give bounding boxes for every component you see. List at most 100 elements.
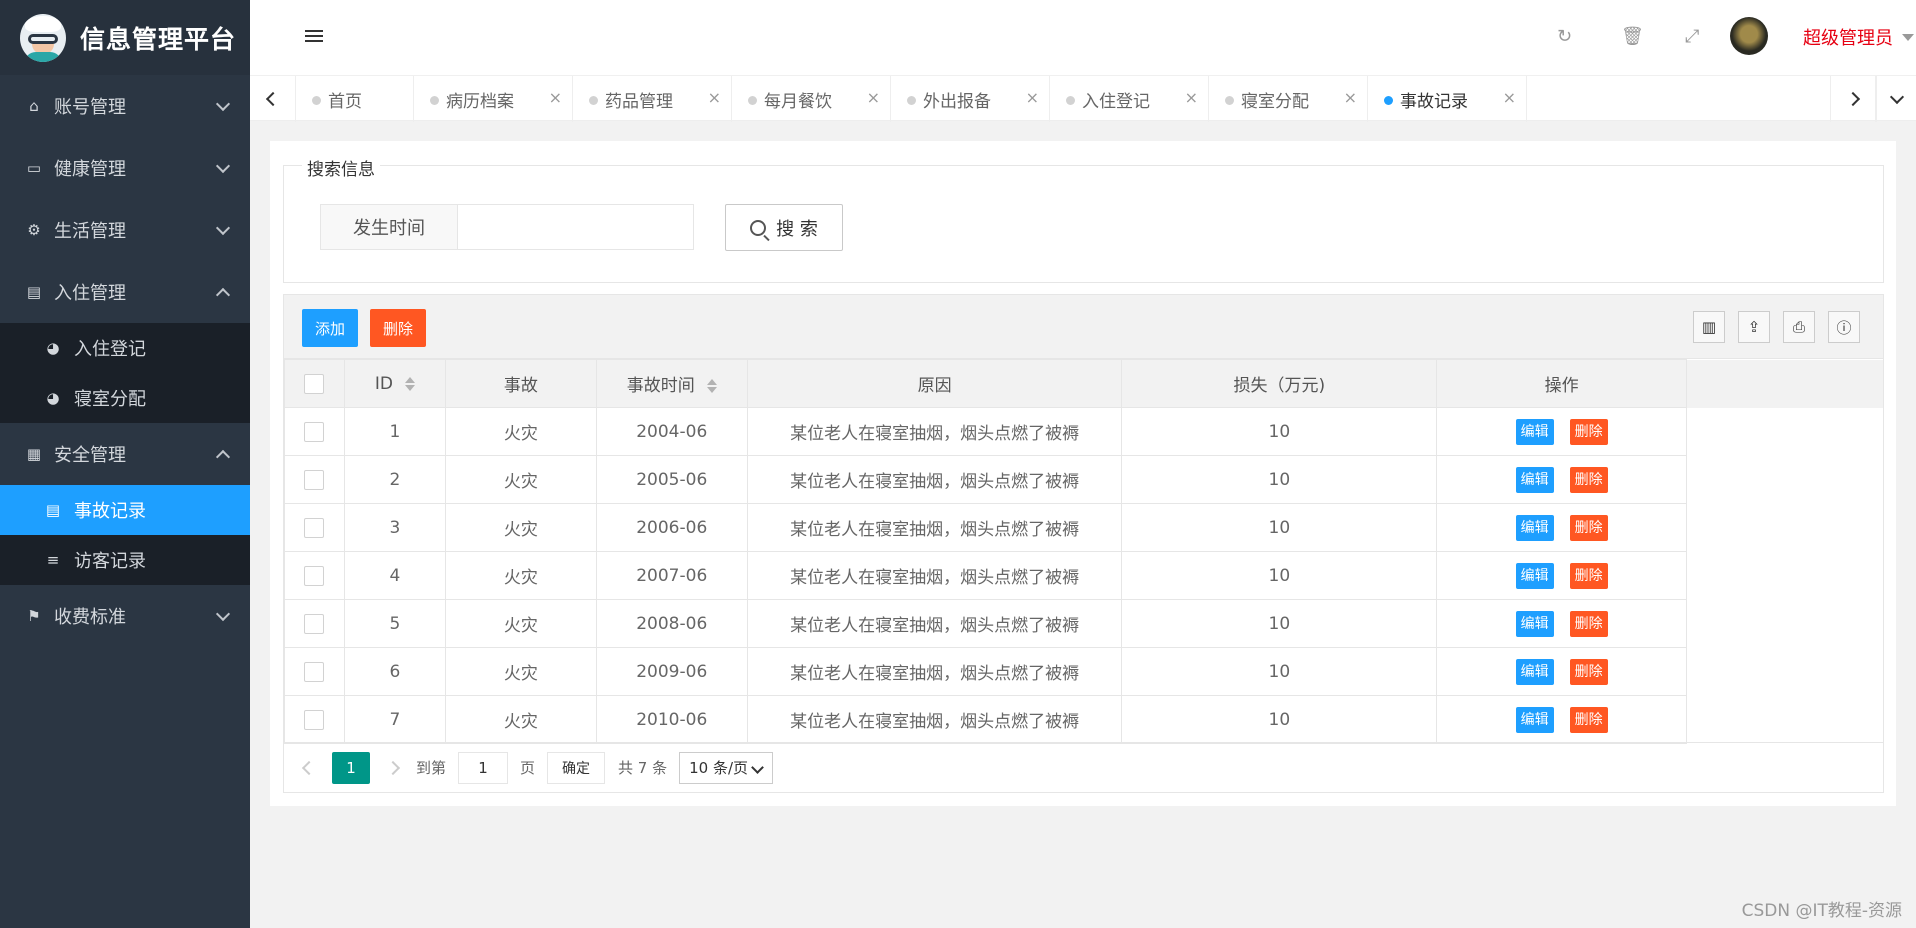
row-select-cell[interactable] — [284, 647, 345, 696]
prev-page-icon[interactable] — [301, 760, 317, 775]
sidebar-subitem-room-assign[interactable]: ◕ 寝室分配 — [0, 373, 250, 423]
close-icon[interactable]: × — [1185, 88, 1198, 107]
checkbox[interactable] — [304, 469, 325, 490]
cell-type: 火灾 — [444, 455, 597, 504]
row-delete-button[interactable]: 删除 — [1569, 706, 1608, 733]
edit-button[interactable]: 编辑 — [1515, 658, 1554, 685]
print-icon[interactable]: ⎙ — [1783, 311, 1815, 343]
app-title: 信息管理平台 — [80, 24, 237, 54]
calendar-icon: ▦ — [26, 445, 42, 463]
close-icon[interactable]: × — [1026, 88, 1039, 107]
current-page[interactable]: 1 — [332, 751, 370, 784]
add-button[interactable]: 添加 — [302, 309, 358, 347]
time-input[interactable] — [457, 204, 694, 250]
page-size-select[interactable]: 10 条/页 — [679, 751, 774, 784]
edit-button[interactable]: 编辑 — [1515, 562, 1554, 589]
next-page-icon[interactable] — [385, 760, 401, 775]
columns-icon[interactable]: ▥ — [1693, 311, 1725, 343]
fullscreen-icon[interactable]: ⤢ — [1685, 26, 1699, 47]
sidebar-item-health[interactable]: ▭ 健康管理 — [0, 137, 250, 199]
goto-label: 到第 — [416, 759, 447, 777]
close-icon[interactable]: × — [708, 88, 721, 107]
select-all-cell[interactable] — [284, 359, 345, 408]
col-id[interactable]: ID — [343, 359, 446, 408]
row-delete-button[interactable]: 删除 — [1569, 610, 1608, 637]
tab-room[interactable]: 寝室分配 × — [1209, 76, 1368, 122]
row-select-cell[interactable] — [284, 407, 345, 456]
refresh-icon[interactable]: ↻ — [1557, 26, 1572, 47]
tab-accident[interactable]: 事故记录 × — [1368, 76, 1527, 122]
tab-label: 寝室分配 — [1241, 91, 1309, 112]
search-button[interactable]: 搜 索 — [725, 204, 843, 251]
tab-label: 事故记录 — [1400, 91, 1468, 112]
col-time[interactable]: 事故时间 — [595, 359, 748, 408]
tab-meals[interactable]: 每月餐饮 × — [732, 76, 891, 122]
tab-scroll-right[interactable] — [1830, 76, 1876, 122]
tab-medical-records[interactable]: 病历档案 × — [414, 76, 573, 122]
checkbox[interactable] — [304, 613, 325, 634]
sort-icon[interactable] — [706, 379, 717, 393]
cell-loss: 10 — [1121, 647, 1438, 696]
close-icon[interactable]: × — [549, 88, 562, 107]
user-name[interactable]: 超级管理员 — [1803, 24, 1893, 50]
row-select-cell[interactable] — [284, 695, 345, 744]
sidebar-subitem-accident[interactable]: ▤ 事故记录 — [0, 485, 250, 535]
tab-home[interactable]: 首页 — [296, 76, 414, 122]
row-delete-button[interactable]: 删除 — [1569, 514, 1608, 541]
main-content: 搜索信息 发生时间 搜 索 添加 删除 ▥ ⇪ ⎙ ⓘ ID 事故 事故时间 原… — [270, 141, 1896, 806]
tab-scroll-left[interactable] — [250, 76, 296, 122]
tab-dot-icon — [1225, 96, 1234, 105]
checkbox[interactable] — [304, 373, 325, 394]
row-select-cell[interactable] — [284, 551, 345, 600]
delete-button[interactable]: 删除 — [370, 309, 426, 347]
menu-toggle-icon[interactable] — [305, 30, 323, 45]
sidebar-item-fees[interactable]: ⚑ 收费标准 — [0, 585, 250, 647]
trash-icon[interactable]: 🗑 — [1621, 26, 1644, 47]
sidebar-subitem-visitor[interactable]: ≡ 访客记录 — [0, 535, 250, 585]
sidebar-item-safety[interactable]: ▦ 安全管理 — [0, 423, 250, 485]
sidebar-subitem-checkin-register[interactable]: ◕ 入住登记 — [0, 323, 250, 373]
checkbox[interactable] — [304, 709, 325, 730]
close-icon[interactable]: × — [867, 88, 880, 107]
info-icon[interactable]: ⓘ — [1828, 311, 1860, 343]
edit-button[interactable]: 编辑 — [1515, 610, 1554, 637]
caret-down-icon[interactable] — [1902, 34, 1914, 41]
goto-confirm-button[interactable]: 确定 — [547, 751, 606, 784]
row-delete-button[interactable]: 删除 — [1569, 658, 1608, 685]
close-icon[interactable]: × — [1503, 88, 1516, 107]
close-icon[interactable]: × — [1344, 88, 1357, 107]
col-reason: 原因 — [746, 359, 1123, 408]
row-select-cell[interactable] — [284, 503, 345, 552]
sidebar-item-account[interactable]: ⌂ 账号管理 — [0, 75, 250, 137]
table-row: 4 火灾 2007-06 某位老人在寝室抽烟，烟头点燃了被褥 10 编辑 删除 — [284, 551, 1883, 600]
checkbox[interactable] — [304, 517, 325, 538]
row-delete-button[interactable]: 删除 — [1569, 562, 1608, 589]
sort-icon[interactable] — [404, 376, 415, 391]
sidebar-item-life[interactable]: ⚙ 生活管理 — [0, 199, 250, 261]
tab-label: 每月餐饮 — [764, 91, 832, 112]
search-fieldset: 搜索信息 发生时间 搜 索 — [283, 155, 1884, 283]
goto-page-input[interactable]: 1 — [458, 751, 509, 784]
edit-button[interactable]: 编辑 — [1515, 706, 1554, 733]
cell-actions: 编辑 删除 — [1436, 455, 1688, 504]
user-avatar[interactable] — [1730, 17, 1768, 55]
checkbox[interactable] — [304, 565, 325, 586]
row-delete-button[interactable]: 删除 — [1569, 418, 1608, 445]
tab-medicine[interactable]: 药品管理 × — [573, 76, 732, 122]
logo[interactable]: 信息管理平台 — [0, 0, 250, 75]
edit-button[interactable]: 编辑 — [1515, 514, 1554, 541]
sidebar-item-checkin[interactable]: ▤ 入住管理 — [0, 261, 250, 323]
edit-button[interactable]: 编辑 — [1515, 418, 1554, 445]
tab-dot-icon — [1066, 96, 1075, 105]
row-select-cell[interactable] — [284, 455, 345, 504]
cell-reason: 某位老人在寝室抽烟，烟头点燃了被褥 — [746, 455, 1123, 504]
export-icon[interactable]: ⇪ — [1738, 311, 1770, 343]
row-delete-button[interactable]: 删除 — [1569, 466, 1608, 493]
tab-checkin[interactable]: 入住登记 × — [1050, 76, 1209, 122]
tab-outing[interactable]: 外出报备 × — [891, 76, 1050, 122]
checkbox[interactable] — [304, 421, 325, 442]
row-select-cell[interactable] — [284, 599, 345, 648]
tab-menu[interactable] — [1876, 76, 1916, 122]
checkbox[interactable] — [304, 661, 325, 682]
edit-button[interactable]: 编辑 — [1515, 466, 1554, 493]
